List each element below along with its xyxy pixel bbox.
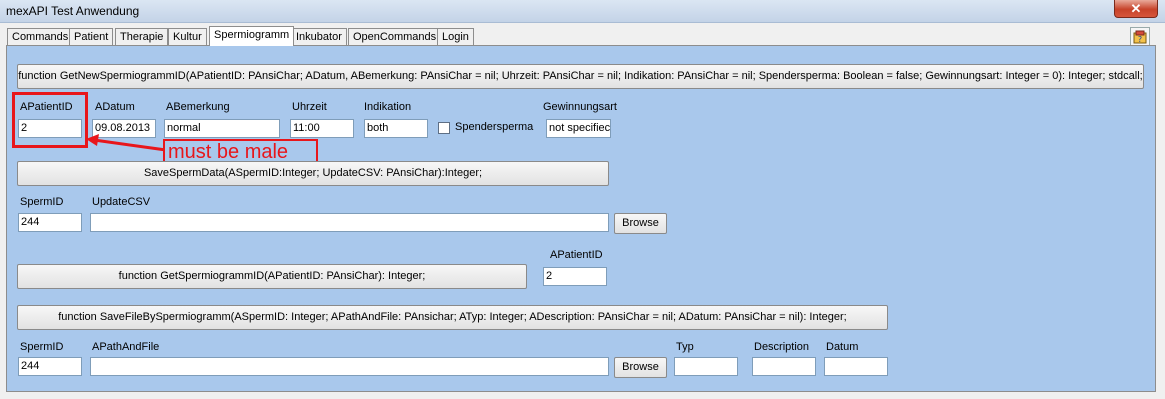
uhrzeit-field[interactable]: 11:00 — [290, 119, 354, 138]
tab-label: Patient — [74, 31, 109, 43]
svg-text:?: ? — [1138, 35, 1142, 44]
tab-label: Inkubator — [296, 31, 342, 43]
get-new-spermiogramm-id-button[interactable]: function GetNewSpermiogrammID(APatientID… — [17, 64, 1144, 89]
title-bar: mexAPI Test Anwendung ✕ — [0, 0, 1165, 23]
label-updatecsv: UpdateCSV — [92, 196, 151, 208]
label-datum-2: Datum — [826, 341, 859, 353]
spendersperma-checkbox[interactable] — [438, 122, 450, 134]
description-field[interactable] — [752, 357, 816, 376]
label-datum: ADatum — [95, 101, 135, 113]
help-button[interactable]: ? — [1130, 27, 1150, 47]
tab-label: OpenCommands — [353, 31, 437, 43]
window-title: mexAPI Test Anwendung — [6, 4, 140, 18]
label-spermid: SpermID — [20, 196, 64, 208]
patientid-field-2[interactable]: 2 — [543, 267, 607, 286]
tab-login[interactable]: Login — [437, 28, 474, 45]
updatecsv-field[interactable] — [90, 213, 609, 232]
tab-spermiogramm[interactable]: Spermiogramm — [209, 26, 295, 46]
save-file-by-spermiogramm-button[interactable]: function SaveFileBySpermiogramm(ASpermID… — [17, 305, 888, 330]
tab-kultur[interactable]: Kultur — [168, 28, 207, 45]
spermid-field[interactable]: 244 — [18, 213, 82, 232]
pathandfile-field[interactable] — [90, 357, 609, 376]
label-description: Description — [754, 341, 810, 353]
spermid-field-2[interactable]: 244 — [18, 357, 82, 376]
label-indikation: Indikation — [364, 101, 412, 113]
label-patientid-2: APatientID — [550, 249, 603, 261]
annotation-arrow-icon — [86, 134, 167, 152]
tab-inkubator[interactable]: Inkubator — [291, 28, 347, 45]
bemerkung-field[interactable]: normal — [164, 119, 280, 138]
save-sperm-data-button[interactable]: SaveSpermData(ASpermID:Integer; UpdateCS… — [17, 161, 609, 186]
label-spendersperma: Spendersperma — [455, 121, 534, 133]
tab-patient[interactable]: Patient — [69, 28, 114, 45]
tab-label: Login — [442, 31, 469, 43]
tab-label: Therapie — [120, 31, 164, 43]
datum-field-2[interactable] — [824, 357, 888, 376]
tab-opencommands[interactable]: OpenCommands — [348, 28, 442, 45]
close-button[interactable]: ✕ — [1114, 0, 1158, 18]
tab-label: Kultur — [173, 31, 202, 43]
gewinnungsart-field[interactable]: not specifiec — [546, 119, 611, 138]
label-spermid-2: SpermID — [20, 341, 64, 353]
close-icon: ✕ — [1130, 1, 1142, 16]
indikation-field[interactable]: both — [364, 119, 428, 138]
tab-label: Commands — [12, 31, 69, 43]
help-book-icon: ? — [1133, 30, 1147, 44]
browse-file-button[interactable]: Browse — [614, 357, 667, 378]
tab-label: Spermiogramm — [214, 29, 290, 41]
label-typ: Typ — [676, 341, 694, 353]
label-uhrzeit: Uhrzeit — [292, 101, 327, 113]
tab-commands[interactable]: Commands — [7, 28, 74, 45]
browse-csv-button[interactable]: Browse — [614, 213, 667, 234]
label-pathandfile: APathAndFile — [92, 341, 160, 353]
get-spermiogramm-id-button[interactable]: function GetSpermiogrammID(APatientID: P… — [17, 264, 527, 289]
tab-therapie[interactable]: Therapie — [115, 28, 169, 45]
annotation-highlight-box — [12, 92, 88, 148]
typ-field[interactable] — [674, 357, 738, 376]
label-gewinnungsart: Gewinnungsart — [543, 101, 617, 113]
label-bemerkung: ABemerkung — [166, 101, 230, 113]
